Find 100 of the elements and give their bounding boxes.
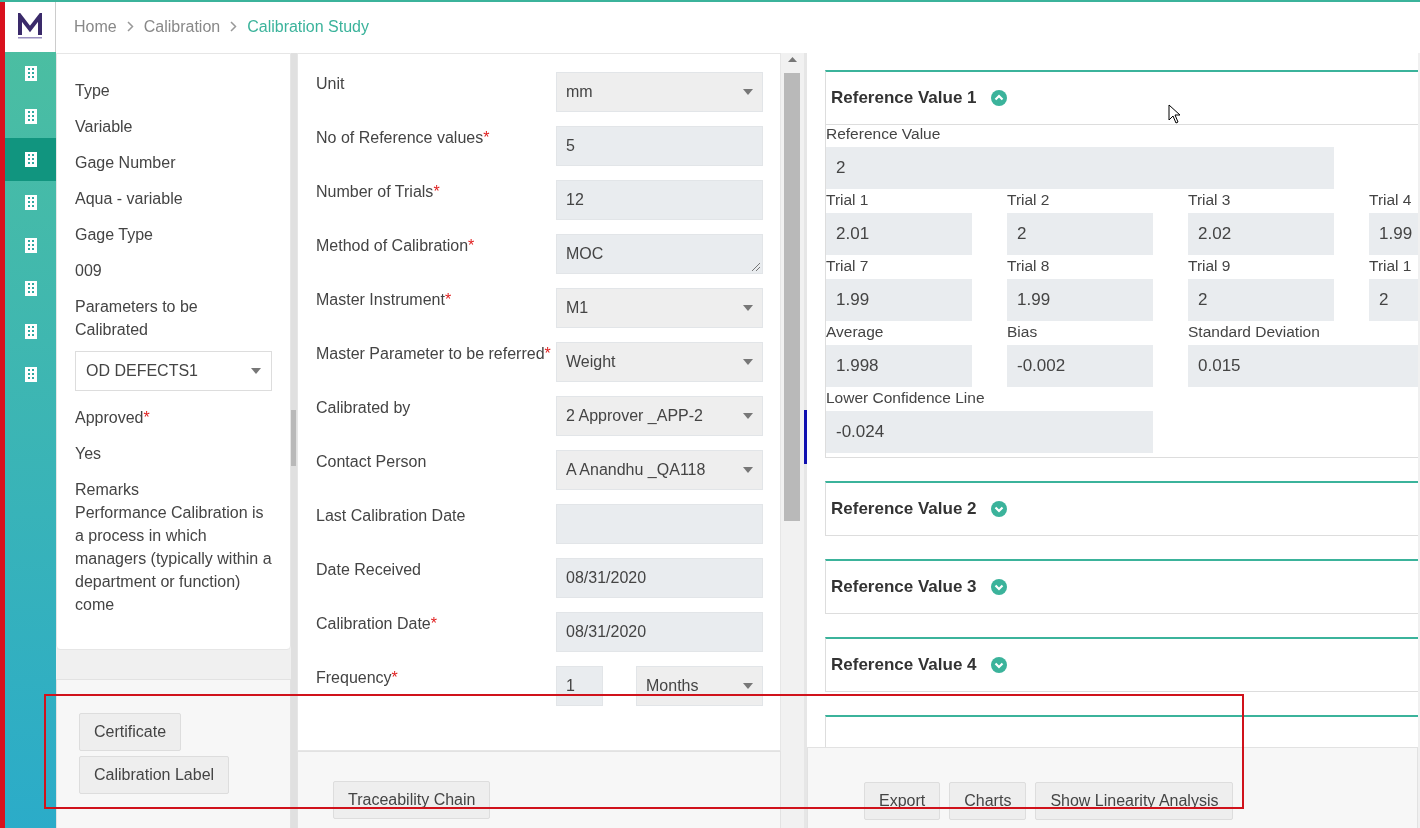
field-label: No of Reference values* — [316, 128, 491, 148]
chevron-right-icon — [230, 21, 238, 32]
detail-text: Parameters to be Calibrated — [75, 297, 198, 338]
field-label: Reference Value — [826, 125, 942, 143]
action-button[interactable]: Calibration Label — [79, 756, 230, 794]
scrollbar-thumb[interactable] — [291, 410, 296, 466]
input-field[interactable]: 1.99 — [826, 279, 972, 321]
field-label: Average — [826, 323, 885, 341]
caret-icon — [743, 683, 753, 689]
action-button[interactable]: Traceability Chain — [333, 781, 491, 819]
input-field[interactable]: 0.015 — [1188, 345, 1418, 387]
building-icon — [23, 152, 38, 167]
field-label: Trial 9 — [1188, 257, 1232, 275]
action-button[interactable]: Certificate — [79, 713, 182, 751]
field-label: Date Received — [316, 560, 422, 580]
building-icon — [23, 324, 38, 339]
field-label: Master Parameter to be referred* — [316, 344, 552, 364]
building-icon — [23, 281, 38, 296]
nav-item[interactable] — [5, 138, 56, 181]
detail-text: Type — [75, 81, 110, 99]
input-field[interactable]: 1.99 — [1007, 279, 1153, 321]
text-area[interactable]: MOC — [556, 234, 763, 274]
section-title[interactable]: Reference Value 2 — [831, 499, 977, 519]
building-icon — [23, 109, 38, 124]
select-field[interactable]: M1 — [556, 288, 763, 328]
field-label: Calibrated by — [316, 398, 412, 418]
field-label: Approved* — [75, 408, 150, 426]
input-field[interactable]: 2 — [1369, 279, 1418, 321]
caret-icon — [743, 89, 753, 95]
scrollbar-thumb[interactable] — [784, 73, 800, 521]
detail-text: Gage Type — [75, 225, 153, 243]
field-label: Trial 3 — [1188, 191, 1232, 209]
scroll-up-icon[interactable] — [788, 57, 797, 62]
input-field[interactable]: 5 — [556, 126, 763, 166]
select-field[interactable]: A Anandhu _QA118 — [556, 450, 763, 490]
scrollbar-thumb[interactable] — [804, 410, 807, 464]
action-button[interactable]: Show Linearity Analysis — [1035, 782, 1234, 820]
section-title[interactable]: Reference Value 4 — [831, 655, 977, 675]
input-field[interactable]: 2 — [826, 147, 1334, 189]
field-label: Contact Person — [316, 452, 428, 472]
field-label: Trial 1 — [1369, 257, 1413, 275]
input-field[interactable]: 2 — [1007, 213, 1153, 255]
logo-icon[interactable] — [18, 13, 42, 39]
field-label: Bias — [1007, 323, 1039, 341]
breadcrumb-link[interactable]: Home — [74, 17, 117, 36]
field-label: Unit — [316, 74, 346, 94]
action-button[interactable]: Export — [864, 782, 941, 820]
field-label: Trial 4 — [1369, 191, 1413, 209]
remarks-label: Remarks — [75, 479, 140, 500]
select-field[interactable]: mm — [556, 72, 763, 112]
input-field[interactable]: 1.998 — [826, 345, 972, 387]
field-label: Frequency* — [316, 668, 399, 688]
field-label: Method of Calibration* — [316, 236, 476, 256]
building-icon — [23, 195, 38, 210]
input-field[interactable]: 08/31/2020 — [556, 558, 763, 598]
resize-grip-icon[interactable] — [750, 261, 760, 271]
input-field[interactable]: 1.99 — [1369, 213, 1418, 255]
chevron-down-icon[interactable] — [990, 501, 1007, 517]
detail-text: Variable — [75, 117, 133, 135]
building-icon — [23, 66, 38, 81]
input-field[interactable]: 12 — [556, 180, 763, 220]
select-field[interactable]: OD DEFECTS1 — [75, 351, 272, 391]
caret-icon — [251, 368, 261, 374]
input-field[interactable]: -0.024 — [826, 411, 1153, 453]
chevron-down-icon[interactable] — [990, 579, 1007, 595]
detail-text: Aqua - variable — [75, 189, 183, 207]
caret-icon — [743, 359, 753, 365]
breadcrumb-link[interactable]: Calibration — [143, 17, 221, 36]
field-label: Trial 1 — [826, 191, 870, 209]
select-field[interactable]: 2 Approver _APP-2 — [556, 396, 763, 436]
caret-icon — [743, 305, 753, 311]
input-field[interactable]: 1 — [556, 666, 603, 706]
detail-text: 009 — [75, 261, 102, 279]
field-label: Trial 7 — [826, 257, 870, 275]
input-field[interactable]: 2.01 — [826, 213, 972, 255]
field-label: Lower Confidence Line — [826, 389, 986, 407]
chevron-down-icon[interactable] — [990, 657, 1007, 673]
input-field[interactable]: 08/31/2020 — [556, 612, 763, 652]
remarks-text: Performance Calibration is a process in which managers (typically within a department or function) come — [75, 502, 272, 615]
building-icon — [23, 367, 38, 382]
field-label: Master Instrument* — [316, 290, 453, 310]
cursor-icon — [1168, 104, 1181, 124]
caret-icon — [743, 467, 753, 473]
action-button[interactable]: Charts — [949, 782, 1027, 820]
caret-icon — [743, 413, 753, 419]
field-label: Number of Trials* — [316, 182, 441, 202]
input-field[interactable]: 2.02 — [1188, 213, 1334, 255]
chevron-right-icon — [126, 21, 134, 32]
field-label: Trial 8 — [1007, 257, 1051, 275]
field-label: Standard Deviation — [1188, 323, 1321, 341]
input-field[interactable] — [556, 504, 763, 544]
select-field[interactable]: Months — [636, 666, 763, 706]
select-field[interactable]: Weight — [556, 342, 763, 382]
input-field[interactable]: -0.002 — [1007, 345, 1153, 387]
input-field[interactable]: 2 — [1188, 279, 1334, 321]
section-title[interactable]: Reference Value 1 — [831, 88, 977, 108]
section-title[interactable]: Reference Value 3 — [831, 577, 977, 597]
building-icon — [23, 238, 38, 253]
field-label: Last Calibration Date — [316, 506, 467, 526]
chevron-up-icon[interactable] — [990, 90, 1007, 106]
